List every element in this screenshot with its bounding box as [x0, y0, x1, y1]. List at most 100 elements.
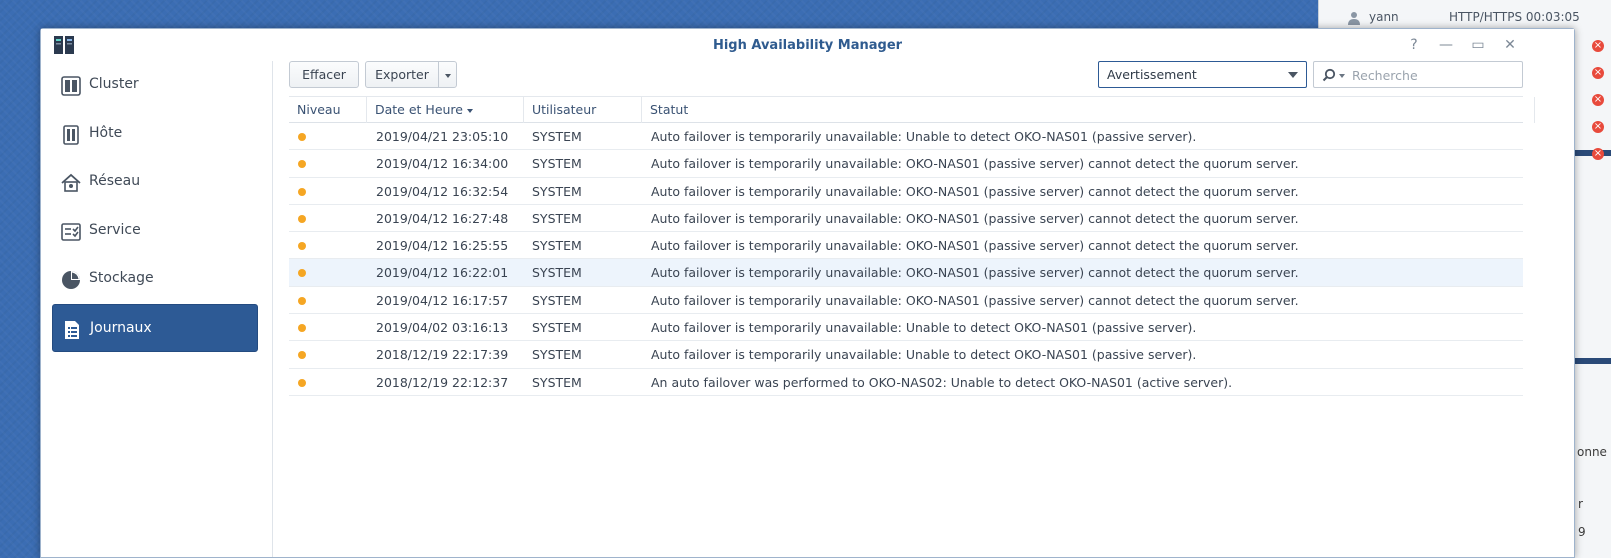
row-user: SYSTEM: [532, 156, 582, 172]
row-user: SYSTEM: [532, 320, 582, 336]
warning-level-icon: [298, 214, 306, 223]
search-input[interactable]: [1350, 65, 1518, 85]
warning-level-icon: [298, 378, 306, 387]
row-status: Auto failover is temporarily unavailable…: [651, 129, 1197, 144]
table-header: Niveau Date et Heure Utilisateur Statut: [289, 96, 1535, 123]
row-status: Auto failover is temporarily unavailable…: [651, 265, 1299, 281]
table-row[interactable]: 2019/04/12 16:27:48 SYSTEM Auto failover i…: [289, 205, 1523, 233]
row-datetime: 2019/04/21 23:05:10: [376, 129, 509, 144]
cluster-icon: [61, 76, 81, 96]
connection-info: HTTP/HTTPS 00:03:05: [1449, 10, 1580, 24]
disconnect-icon[interactable]: ×: [1592, 67, 1604, 79]
window-title: High Availability Manager: [712, 38, 903, 53]
search-field[interactable]: [1313, 61, 1523, 88]
log-table: Niveau Date et Heure Utilisateur Statut …: [289, 96, 1535, 396]
connection-user: yann: [1369, 10, 1399, 24]
row-datetime: 2019/04/12 16:27:48: [376, 210, 509, 226]
row-status: Auto failover is temporarily unavailable…: [651, 238, 1299, 254]
disconnect-icon[interactable]: ×: [1592, 121, 1604, 133]
table-row[interactable]: 2019/04/21 23:05:10 SYSTEM Auto failover i…: [289, 123, 1523, 151]
warning-level-icon: [298, 324, 306, 333]
row-status: Auto failover is temporarily unavailable…: [651, 347, 1197, 363]
sidebar-item-label: Cluster: [89, 76, 139, 92]
table-row[interactable]: 2019/04/12 16:17:57 SYSTEM Auto failover i…: [289, 287, 1523, 315]
row-user: SYSTEM: [532, 210, 582, 226]
sidebar-item-label: Service: [89, 222, 141, 238]
sidebar-item-label: Hôte: [89, 125, 123, 141]
row-datetime: 2018/12/19 22:12:37: [376, 374, 509, 390]
warning-level-icon: [298, 351, 306, 360]
clear-button[interactable]: Effacer: [289, 61, 359, 88]
background-text: r: [1578, 497, 1583, 511]
chevron-down-icon: [444, 73, 451, 78]
row-status: An auto failover was performed to OKO-NA…: [651, 374, 1233, 390]
warning-level-icon: [298, 242, 306, 251]
background-text: onne d: [1577, 445, 1611, 459]
table-row[interactable]: 2018/12/19 22:12:37 SYSTEM An auto failove…: [289, 369, 1523, 396]
sidebar-item-label: Journaux: [90, 320, 152, 336]
row-user: SYSTEM: [532, 347, 582, 363]
row-datetime: 2019/04/12 16:17:57: [376, 292, 509, 308]
service-icon: [61, 223, 81, 241]
chevron-down-icon: [1288, 72, 1298, 78]
row-user: SYSTEM: [532, 129, 582, 144]
sidebar-item-label: Réseau: [89, 173, 141, 189]
column-header-status[interactable]: Statut: [642, 97, 1535, 123]
logs-icon: [65, 321, 79, 339]
table-row[interactable]: 2019/04/12 16:22:01 SYSTEM Auto failover i…: [289, 259, 1523, 287]
sidebar-item-label: Stockage: [89, 270, 154, 286]
sidebar-item-storage[interactable]: Stockage: [52, 255, 258, 303]
app-window: High Availability Manager ? — ▭ ✕ Cluste…: [40, 28, 1575, 558]
row-user: SYSTEM: [532, 265, 582, 281]
export-button[interactable]: Exporter: [365, 61, 439, 88]
sidebar-item-service[interactable]: Service: [52, 207, 258, 255]
row-user: SYSTEM: [532, 292, 582, 308]
row-user: SYSTEM: [532, 183, 582, 199]
background-strip: [1575, 358, 1611, 364]
table-row[interactable]: 2019/04/12 16:25:55 SYSTEM Auto failover i…: [289, 232, 1523, 260]
row-user: SYSTEM: [532, 238, 582, 254]
table-row[interactable]: 2019/04/02 03:16:13 SYSTEM Auto failover i…: [289, 314, 1523, 342]
level-filter-value: Avertissement: [1107, 67, 1197, 82]
maximize-icon[interactable]: ▭: [1469, 36, 1487, 54]
table-row[interactable]: 2018/12/19 22:17:39 SYSTEM Auto failover i…: [289, 341, 1523, 369]
disconnect-icon[interactable]: ×: [1592, 148, 1604, 160]
row-datetime: 2019/04/12 16:25:55: [376, 238, 509, 254]
table-row[interactable]: 2019/04/12 16:32:54 SYSTEM Auto failover i…: [289, 178, 1523, 205]
sidebar-item-cluster[interactable]: Cluster: [52, 61, 258, 109]
export-dropdown-button[interactable]: [438, 61, 457, 88]
sidebar-item-host[interactable]: Hôte: [52, 110, 258, 158]
row-datetime: 2019/04/12 16:32:54: [376, 183, 509, 199]
warning-level-icon: [298, 187, 306, 196]
search-icon[interactable]: [1322, 68, 1336, 82]
row-user: SYSTEM: [532, 374, 582, 390]
chevron-down-icon[interactable]: [1339, 74, 1345, 78]
title-bar[interactable]: High Availability Manager ? — ▭ ✕: [41, 29, 1574, 61]
minimize-icon[interactable]: —: [1437, 36, 1455, 54]
row-status: Auto failover is temporarily unavailable…: [651, 292, 1299, 308]
column-header-level[interactable]: Niveau: [289, 97, 367, 123]
sidebar-item-logs[interactable]: Journaux: [52, 304, 258, 352]
close-icon[interactable]: ✕: [1501, 36, 1519, 54]
row-status: Auto failover is temporarily unavailable…: [651, 183, 1299, 199]
column-header-datetime[interactable]: Date et Heure: [367, 97, 524, 123]
table-row[interactable]: 2019/04/12 16:34:00 SYSTEM Auto failover i…: [289, 150, 1523, 178]
disconnect-icon[interactable]: ×: [1592, 94, 1604, 106]
level-filter-select[interactable]: Avertissement: [1098, 61, 1307, 88]
row-datetime: 2019/04/12 16:22:01: [376, 265, 509, 281]
row-datetime: 2019/04/12 16:34:00: [376, 156, 509, 172]
sidebar-item-network[interactable]: Réseau: [52, 158, 258, 206]
storage-icon: [62, 271, 80, 289]
table-body: 2019/04/21 23:05:10 SYSTEM Auto failover i…: [289, 123, 1523, 396]
host-icon: [63, 125, 79, 145]
row-status: Auto failover is temporarily unavailable…: [651, 156, 1299, 172]
background-text: 9: [1578, 525, 1586, 539]
warning-level-icon: [298, 160, 306, 169]
row-status: Auto failover is temporarily unavailable…: [651, 210, 1299, 226]
row-status: Auto failover is temporarily unavailable…: [651, 320, 1197, 336]
user-icon: [1348, 12, 1360, 25]
column-header-label: Date et Heure: [375, 102, 463, 117]
help-icon[interactable]: ?: [1405, 36, 1423, 54]
disconnect-icon[interactable]: ×: [1592, 40, 1604, 52]
column-header-user[interactable]: Utilisateur: [524, 97, 642, 123]
